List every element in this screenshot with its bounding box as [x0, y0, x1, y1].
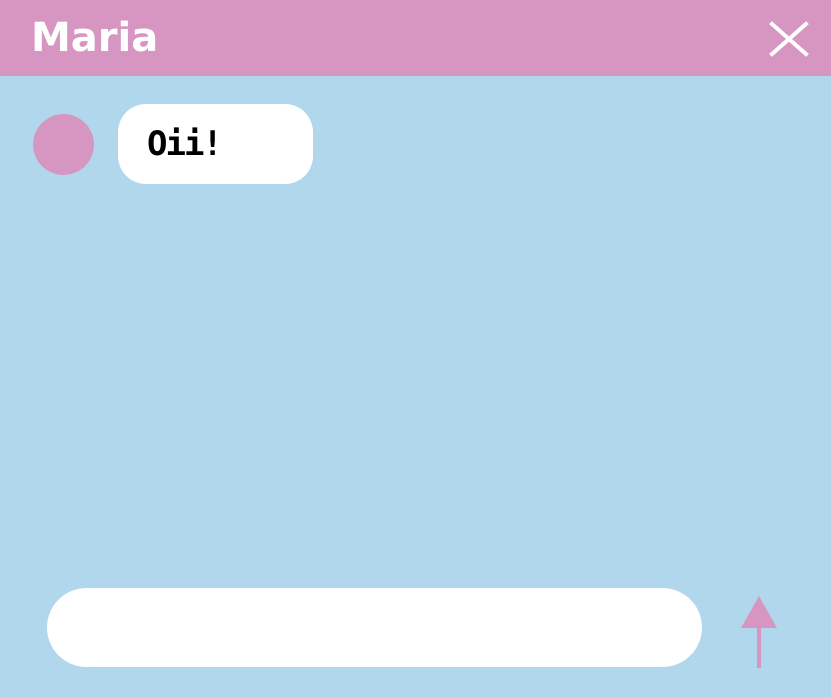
chat-header: Maria [0, 0, 831, 76]
message-text: Oii! [147, 124, 223, 164]
message-list: Oii! [0, 76, 831, 576]
close-icon [769, 21, 809, 57]
close-button[interactable] [766, 18, 812, 60]
arrow-up-icon [741, 596, 777, 668]
chat-title: Maria [31, 15, 159, 61]
avatar [33, 114, 94, 175]
message-input[interactable] [47, 588, 702, 667]
send-button[interactable] [739, 596, 779, 668]
message-bubble: Oii! [118, 104, 313, 184]
chat-window: Maria Oii! [0, 0, 831, 697]
